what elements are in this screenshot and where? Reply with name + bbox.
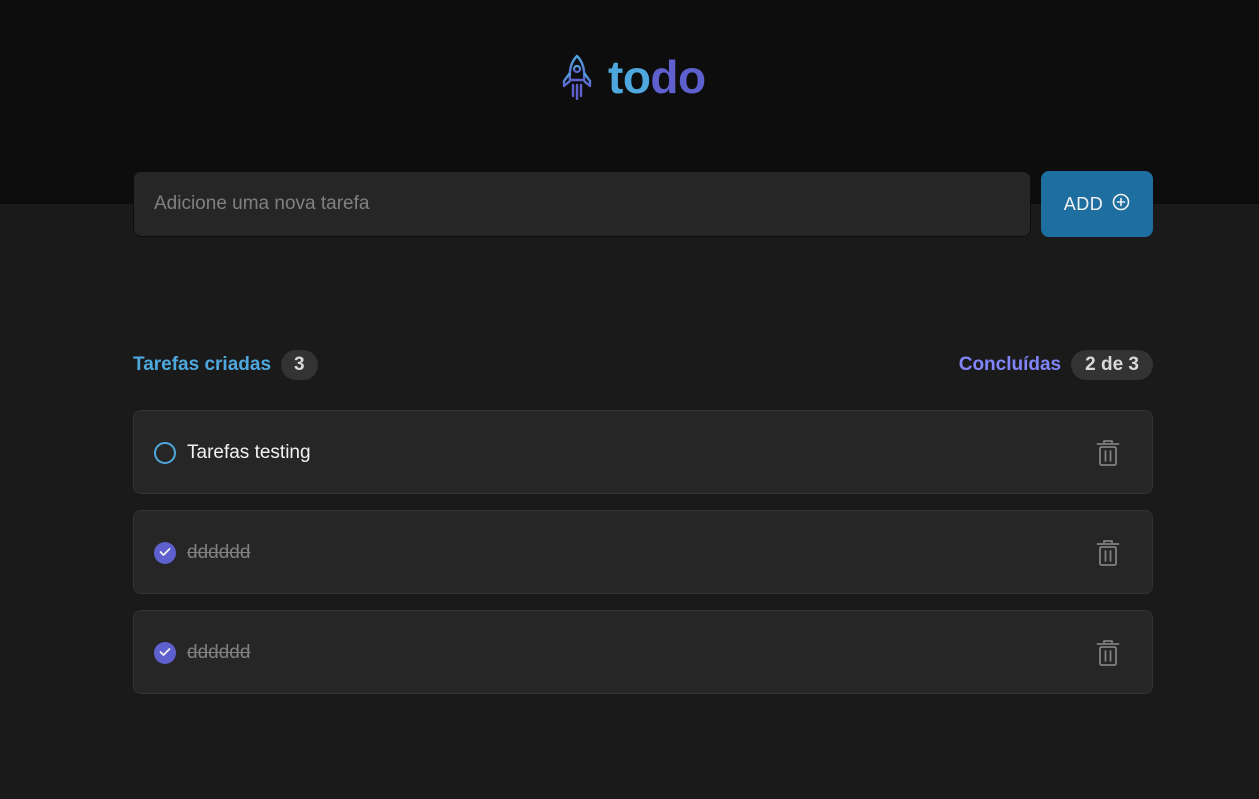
trash-icon[interactable] <box>1096 639 1120 667</box>
done-counter: Concluídas 2 de 3 <box>959 350 1153 380</box>
done-count-badge: 2 de 3 <box>1071 350 1153 380</box>
logo-wordmark: todo <box>608 50 706 104</box>
task-item: dddddd <box>133 610 1153 694</box>
task-checkbox[interactable] <box>154 542 176 564</box>
task-checkbox[interactable] <box>154 642 176 664</box>
logo-text-to: to <box>608 51 651 103</box>
task-checkbox[interactable] <box>154 442 176 464</box>
task-item: Tarefas testing <box>133 410 1153 494</box>
check-icon <box>159 544 171 562</box>
task-counters: Tarefas criadas 3 Concluídas 2 de 3 <box>133 350 1153 380</box>
logo-text-do: do <box>650 51 706 103</box>
add-button-label: ADD <box>1063 193 1104 214</box>
task-item: dddddd <box>133 510 1153 594</box>
created-count-badge: 3 <box>281 350 318 380</box>
new-task-form: ADD <box>133 171 1153 237</box>
task-text: dddddd <box>187 542 251 563</box>
done-label: Concluídas <box>958 354 1062 375</box>
created-label: Tarefas criadas <box>133 354 272 375</box>
trash-icon[interactable] <box>1096 439 1120 467</box>
new-task-input[interactable] <box>133 171 1031 237</box>
task-list: Tarefas testing dddddd dddddd <box>133 410 1153 710</box>
rocket-icon <box>561 54 593 100</box>
task-text: Tarefas testing <box>187 442 311 463</box>
logo: todo <box>561 50 706 104</box>
add-task-button[interactable]: ADD <box>1041 171 1153 237</box>
created-counter: Tarefas criadas 3 <box>133 350 318 380</box>
task-text: dddddd <box>187 642 251 663</box>
trash-icon[interactable] <box>1096 539 1120 567</box>
plus-circle-icon <box>1112 193 1130 216</box>
check-icon <box>159 644 171 662</box>
